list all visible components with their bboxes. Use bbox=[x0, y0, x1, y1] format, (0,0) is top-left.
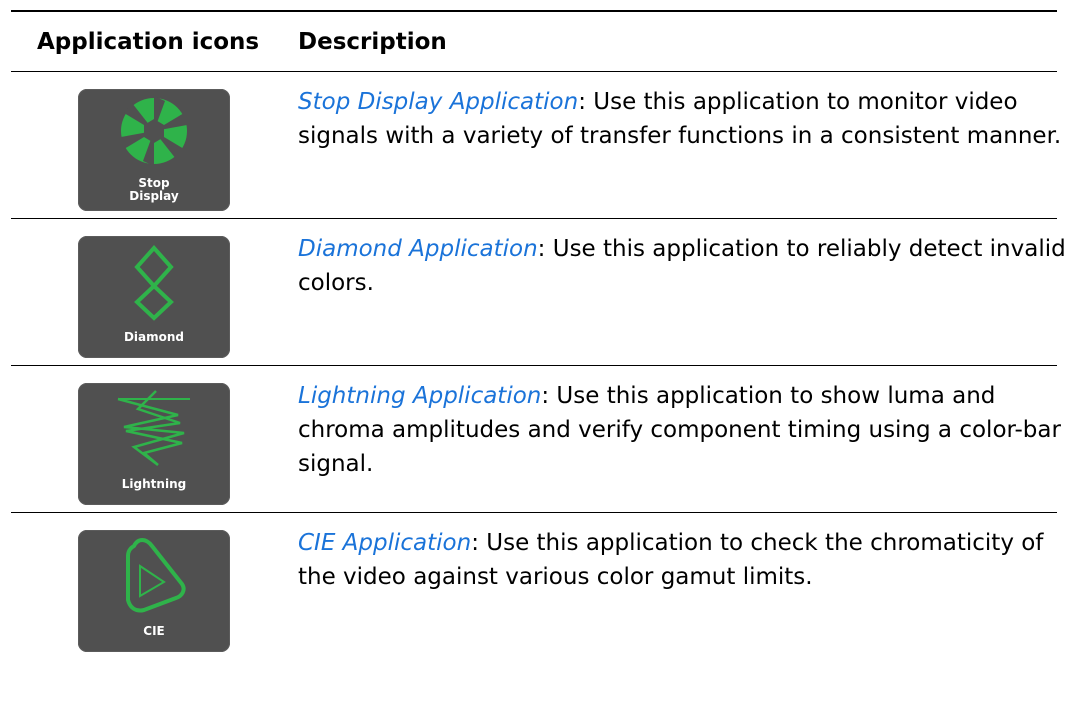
cie-application-link[interactable]: CIE Application bbox=[298, 530, 471, 556]
diamond-icon bbox=[134, 245, 174, 321]
caption-line: Diamond bbox=[123, 330, 185, 344]
row-description: CIE Application: Use this application to… bbox=[298, 526, 1067, 594]
header-description: Description bbox=[298, 29, 447, 55]
table-row-lightning: Lightning Lightning Application: Use thi… bbox=[11, 366, 1061, 513]
lightning-icon bbox=[117, 390, 190, 466]
stop-display-application-link[interactable]: Stop Display Application bbox=[298, 89, 578, 115]
table-row-cie: CIE CIE Application: Use this applicatio… bbox=[11, 513, 1057, 659]
stop-display-icon bbox=[121, 96, 187, 166]
cie-icon-caption: CIE bbox=[78, 625, 230, 638]
lightning-application-link[interactable]: Lightning Application bbox=[298, 383, 541, 409]
header-application-icons: Application icons bbox=[37, 29, 260, 55]
caption-line: Display bbox=[129, 189, 179, 203]
diamond-app-tile: Diamond bbox=[78, 236, 230, 358]
lightning-app-tile: Lightning bbox=[78, 383, 230, 505]
diamond-icon-caption: Diamond bbox=[78, 331, 230, 344]
application-icons-table: Application icons Description Stop Displ… bbox=[11, 10, 1066, 659]
row-description: Diamond Application: Use this applicatio… bbox=[298, 232, 1067, 300]
table-row-diamond: Diamond Diamond Application: Use this ap… bbox=[11, 219, 1066, 366]
stop-display-app-tile: Stop Display bbox=[78, 89, 230, 211]
lightning-icon-caption: Lightning bbox=[78, 478, 230, 491]
row-description: Lightning Application: Use this applicat… bbox=[298, 379, 1067, 481]
caption-line: CIE bbox=[143, 624, 165, 638]
table-header-row: Application icons Description bbox=[11, 12, 1057, 72]
table-row-stop-display: Stop Display Stop Display Application: U… bbox=[11, 72, 1061, 219]
cie-app-tile: CIE bbox=[78, 530, 230, 652]
row-description: Stop Display Application: Use this appli… bbox=[298, 85, 1067, 153]
cie-icon bbox=[126, 538, 186, 613]
diamond-application-link[interactable]: Diamond Application bbox=[298, 236, 538, 262]
caption-line: Lightning bbox=[121, 477, 187, 491]
stop-display-icon-caption: Stop Display bbox=[78, 177, 230, 203]
